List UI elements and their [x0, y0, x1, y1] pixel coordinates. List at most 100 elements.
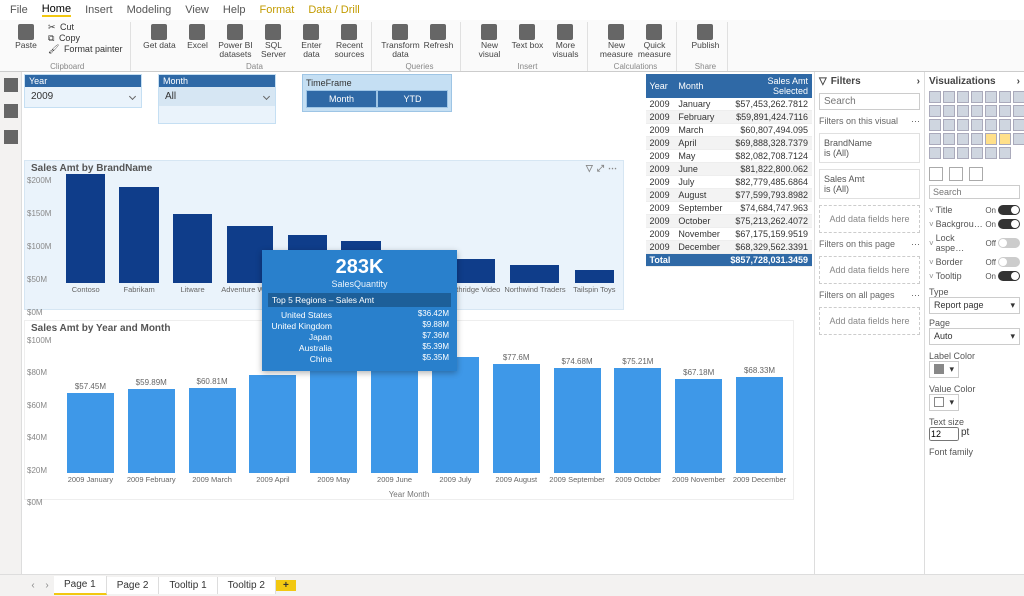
vis-type-icon[interactable] — [957, 119, 969, 131]
bar[interactable]: Fabrikam — [114, 187, 163, 294]
new-measure-button[interactable]: New measure — [598, 22, 634, 60]
vis-type-icon[interactable] — [999, 105, 1011, 117]
filters-search-input[interactable] — [819, 93, 920, 110]
tab-modeling[interactable]: Modeling — [127, 4, 172, 16]
page-tab[interactable]: Tooltip 1 — [159, 577, 217, 594]
table-row[interactable]: 2009June$81,822,800.062 — [646, 163, 812, 176]
tab-home[interactable]: Home — [42, 3, 71, 17]
table-header[interactable]: Year — [646, 74, 675, 98]
vis-type-py-icon[interactable] — [999, 133, 1011, 145]
more-icon[interactable]: ⋯ — [911, 290, 920, 301]
filter-drop-all[interactable]: Add data fields here — [819, 307, 920, 335]
table-row[interactable]: 2009April$69,888,328.7379 — [646, 137, 812, 150]
data-view-icon[interactable] — [4, 104, 18, 118]
table-row[interactable]: 2009January$57,453,262.7812 — [646, 98, 812, 111]
vis-type-icon[interactable] — [985, 105, 997, 117]
tab-file[interactable]: File — [10, 4, 28, 16]
chevron-down-icon[interactable] — [263, 93, 270, 100]
page-prev-icon[interactable]: ‹ — [26, 580, 40, 591]
timeframe-ytd-button[interactable]: YTD — [377, 90, 448, 108]
format-prop[interactable]: ˅Lock aspe…Off — [929, 231, 1020, 255]
prop-page-dropdown[interactable]: Auto▾ — [929, 328, 1020, 345]
bar[interactable]: $59.89M2009 February — [122, 378, 181, 484]
filter-card-brand[interactable]: BrandNameis (All) — [819, 133, 920, 163]
vis-type-icon[interactable] — [971, 91, 983, 103]
sales-table[interactable]: YearMonthSales Amt Selected 2009January$… — [646, 74, 812, 267]
bar[interactable]: 2009 June — [365, 356, 424, 484]
bar[interactable]: $77.6M2009 August — [487, 353, 546, 484]
page-tab[interactable]: Tooltip 2 — [218, 577, 276, 594]
enter-data-button[interactable]: Enter data — [293, 22, 329, 60]
textsize-input[interactable] — [929, 427, 959, 441]
table-header[interactable]: Sales Amt Selected — [726, 74, 812, 98]
vis-type-icon[interactable] — [971, 119, 983, 131]
more-icon[interactable]: ⋯ — [911, 116, 920, 127]
vis-type-icon[interactable] — [957, 91, 969, 103]
bar[interactable]: 2009 April — [243, 373, 302, 484]
vis-type-icon[interactable] — [971, 147, 983, 159]
more-icon[interactable]: ⋯ — [608, 163, 617, 174]
format-prop[interactable]: ˅TooltipOn — [929, 269, 1020, 283]
add-page-button[interactable]: + — [276, 580, 296, 591]
table-row[interactable]: 2009October$75,213,262.4072 — [646, 215, 812, 228]
vis-collapse-icon[interactable]: › — [1017, 76, 1020, 87]
filter-drop-page[interactable]: Add data fields here — [819, 256, 920, 284]
table-row[interactable]: 2009July$82,779,485.6864 — [646, 176, 812, 189]
vis-type-icon[interactable] — [985, 147, 997, 159]
vis-search-input[interactable] — [929, 185, 1020, 199]
analytics-tab-icon[interactable] — [969, 167, 983, 181]
valuecolor-picker[interactable]: ▾ — [929, 394, 959, 411]
vis-type-icon[interactable] — [929, 133, 941, 145]
vis-type-icon[interactable] — [1013, 91, 1024, 103]
table-row[interactable]: 2009March$60,807,494.095 — [646, 124, 812, 137]
filter-icon[interactable]: ▽ — [586, 163, 593, 174]
tab-insert[interactable]: Insert — [85, 4, 113, 16]
vis-type-icon[interactable] — [929, 91, 941, 103]
vis-type-icon[interactable] — [985, 91, 997, 103]
publish-button[interactable]: Publish — [687, 22, 723, 52]
fields-tab-icon[interactable] — [929, 167, 943, 181]
vis-type-icon[interactable] — [929, 105, 941, 117]
bar[interactable]: $68.33M2009 December — [730, 366, 789, 484]
table-row[interactable]: 2009February$59,891,424.7116 — [646, 111, 812, 124]
vis-type-icon[interactable] — [957, 105, 969, 117]
tab-format[interactable]: Format — [260, 4, 295, 16]
focus-icon[interactable]: ⤢ — [597, 163, 604, 174]
bar[interactable]: Contoso — [61, 174, 110, 294]
transform-data-button[interactable]: Transform data — [382, 22, 418, 60]
vis-type-icon[interactable] — [1013, 119, 1024, 131]
page-next-icon[interactable]: › — [40, 580, 54, 591]
get-data-button[interactable]: Get data — [141, 22, 177, 60]
vis-type-icon[interactable] — [1013, 133, 1024, 145]
bar[interactable]: Litware — [168, 214, 217, 294]
bar[interactable]: 2009 May — [304, 356, 363, 484]
cut-button[interactable]: ✂ Cut — [46, 22, 126, 33]
vis-type-icon[interactable] — [957, 147, 969, 159]
more-icon[interactable]: ⋯ — [911, 239, 920, 250]
vis-type-icon[interactable] — [957, 133, 969, 145]
format-prop[interactable]: ˅TitleOn — [929, 203, 1020, 217]
vis-type-icon[interactable] — [971, 105, 983, 117]
table-row[interactable]: 2009November$67,175,159.9519 — [646, 228, 812, 241]
labelcolor-picker[interactable]: ▾ — [929, 361, 959, 378]
bar[interactable]: $75.21M2009 October — [608, 357, 667, 484]
vis-type-more-icon[interactable] — [999, 147, 1011, 159]
new-visual-button[interactable]: New visual — [471, 22, 507, 60]
table-header[interactable]: Month — [674, 74, 726, 98]
bar[interactable]: $67.18M2009 November — [669, 368, 728, 484]
vis-type-icon[interactable] — [943, 91, 955, 103]
tab-data-drill[interactable]: Data / Drill — [308, 4, 359, 16]
bar[interactable]: Northwind Traders — [504, 265, 565, 294]
page-tab[interactable]: Page 2 — [107, 577, 160, 594]
tab-help[interactable]: Help — [223, 4, 246, 16]
refresh-button[interactable]: Refresh — [420, 22, 456, 60]
format-tab-icon[interactable] — [949, 167, 963, 181]
table-row[interactable]: 2009May$82,082,708.7124 — [646, 150, 812, 163]
vis-type-icon[interactable] — [943, 133, 955, 145]
vis-type-icon[interactable] — [1013, 105, 1024, 117]
format-prop[interactable]: ˅Backgrou…On — [929, 217, 1020, 231]
paste-button[interactable]: Paste — [8, 22, 44, 55]
report-view-icon[interactable] — [4, 78, 18, 92]
format-painter-button[interactable]: 🖌 Format painter — [46, 44, 126, 55]
filter-card-sales[interactable]: Sales Amtis (All) — [819, 169, 920, 199]
